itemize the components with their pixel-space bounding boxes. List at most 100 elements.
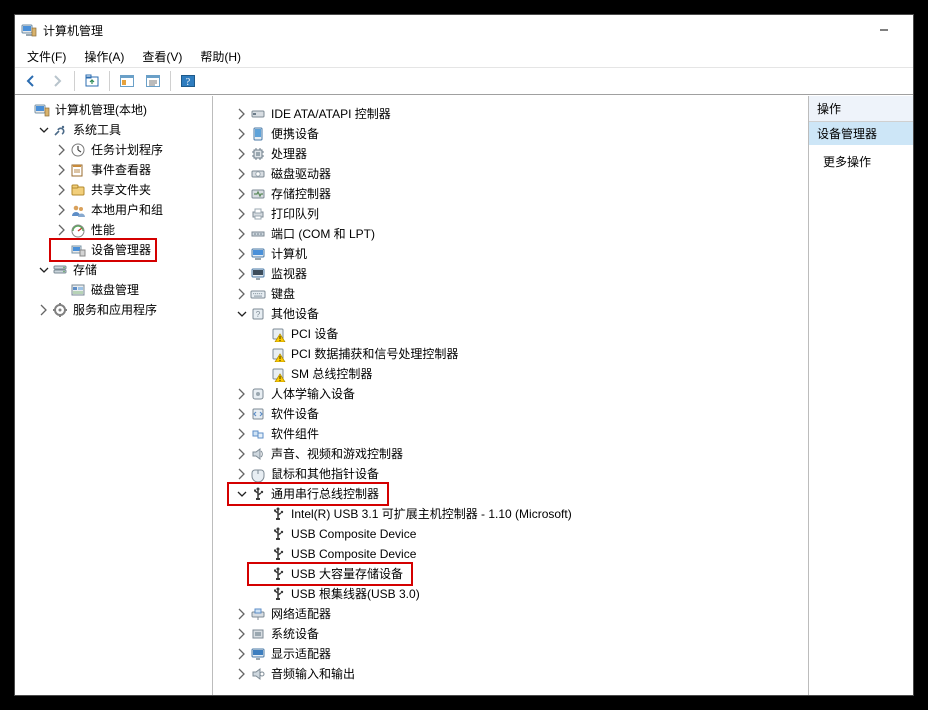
- back-button[interactable]: [19, 70, 43, 92]
- console-item[interactable]: 设备管理器: [17, 240, 212, 260]
- console-item[interactable]: 计算机管理(本地): [17, 100, 212, 120]
- tree-item-label: 人体学输入设备: [269, 384, 357, 404]
- up-level-button[interactable]: [80, 70, 104, 92]
- device-item[interactable]: 处理器: [215, 144, 808, 164]
- device-item[interactable]: 音频输入和输出: [215, 664, 808, 684]
- usb-icon: [270, 546, 286, 562]
- console-item[interactable]: 性能: [17, 220, 212, 240]
- help-button[interactable]: ?: [176, 70, 200, 92]
- tree-item-label: 网络适配器: [269, 604, 333, 624]
- actions-header: 操作: [809, 96, 913, 122]
- tree-item-label: 便携设备: [269, 124, 321, 144]
- menu-view[interactable]: 查看(V): [138, 46, 186, 67]
- device-item[interactable]: 打印队列: [215, 204, 808, 224]
- tree-item-label: 通用串行总线控制器: [269, 484, 381, 504]
- actions-context: 设备管理器: [809, 122, 913, 145]
- window-title: 计算机管理: [43, 22, 103, 39]
- actions-pane: 操作 设备管理器 更多操作: [809, 96, 913, 695]
- sched-icon: [70, 142, 86, 158]
- computer-icon: [250, 246, 266, 262]
- middle-pane: IDE ATA/ATAPI 控制器便携设备处理器磁盘驱动器存储控制器打印队列端口…: [213, 96, 809, 695]
- device-item[interactable]: USB Composite Device: [215, 524, 808, 544]
- device-item[interactable]: USB Composite Device: [215, 544, 808, 564]
- warn-icon: [270, 366, 286, 382]
- show-hide-tree-button[interactable]: [115, 70, 139, 92]
- console-item[interactable]: 磁盘管理: [17, 280, 212, 300]
- device-item[interactable]: 声音、视频和游戏控制器: [215, 444, 808, 464]
- menubar: 文件(F) 操作(A) 查看(V) 帮助(H): [15, 45, 913, 67]
- optical-icon: [250, 166, 266, 182]
- content-area: 计算机管理(本地)系统工具任务计划程序事件查看器共享文件夹本地用户和组性能设备管…: [15, 95, 913, 695]
- device-item[interactable]: 人体学输入设备: [215, 384, 808, 404]
- console-item[interactable]: 存储: [17, 260, 212, 280]
- tree-item-label: PCI 数据捕获和信号处理控制器: [289, 344, 460, 364]
- console-item[interactable]: 任务计划程序: [17, 140, 212, 160]
- device-item[interactable]: Intel(R) USB 3.1 可扩展主机控制器 - 1.10 (Micros…: [215, 504, 808, 524]
- console-item[interactable]: 事件查看器: [17, 160, 212, 180]
- console-tree[interactable]: 计算机管理(本地)系统工具任务计划程序事件查看器共享文件夹本地用户和组性能设备管…: [15, 96, 212, 324]
- console-item[interactable]: 本地用户和组: [17, 200, 212, 220]
- tree-item-label: 磁盘管理: [89, 280, 141, 300]
- devmgr-icon: [70, 242, 86, 258]
- services-icon: [52, 302, 68, 318]
- device-tree[interactable]: IDE ATA/ATAPI 控制器便携设备处理器磁盘驱动器存储控制器打印队列端口…: [213, 100, 808, 688]
- device-item[interactable]: PCI 设备: [215, 324, 808, 344]
- device-item[interactable]: 软件设备: [215, 404, 808, 424]
- device-item[interactable]: 键盘: [215, 284, 808, 304]
- device-item[interactable]: 显示适配器: [215, 644, 808, 664]
- actions-more[interactable]: 更多操作: [809, 145, 913, 178]
- device-item[interactable]: 系统设备: [215, 624, 808, 644]
- device-item[interactable]: 便携设备: [215, 124, 808, 144]
- device-item[interactable]: 存储控制器: [215, 184, 808, 204]
- forward-button[interactable]: [45, 70, 69, 92]
- usb-icon: [270, 506, 286, 522]
- device-item[interactable]: 端口 (COM 和 LPT): [215, 224, 808, 244]
- tree-item-label: IDE ATA/ATAPI 控制器: [269, 104, 393, 124]
- storage-icon: [52, 262, 68, 278]
- device-item[interactable]: 网络适配器: [215, 604, 808, 624]
- usb-icon: [270, 566, 286, 582]
- eventvwr-icon: [70, 162, 86, 178]
- console-item[interactable]: 共享文件夹: [17, 180, 212, 200]
- perf-icon: [70, 222, 86, 238]
- menu-action[interactable]: 操作(A): [80, 46, 128, 67]
- tree-item-label: 显示适配器: [269, 644, 333, 664]
- tree-item-label: 系统设备: [269, 624, 321, 644]
- device-item[interactable]: PCI 数据捕获和信号处理控制器: [215, 344, 808, 364]
- device-item[interactable]: 软件组件: [215, 424, 808, 444]
- tree-item-label: 监视器: [269, 264, 309, 284]
- ide-icon: [250, 106, 266, 122]
- users-icon: [70, 202, 86, 218]
- svg-text:?: ?: [186, 77, 191, 88]
- device-item[interactable]: 鼠标和其他指针设备: [215, 464, 808, 484]
- device-item[interactable]: USB 大容量存储设备: [215, 564, 808, 584]
- device-item[interactable]: SM 总线控制器: [215, 364, 808, 384]
- device-item[interactable]: IDE ATA/ATAPI 控制器: [215, 104, 808, 124]
- tree-item-label: 计算机: [269, 244, 309, 264]
- device-item[interactable]: 计算机: [215, 244, 808, 264]
- properties-button[interactable]: [141, 70, 165, 92]
- tree-item-label: 端口 (COM 和 LPT): [269, 224, 377, 244]
- tree-item-label: USB 根集线器(USB 3.0): [289, 584, 422, 604]
- mmc-icon: [34, 102, 50, 118]
- device-item[interactable]: 通用串行总线控制器: [215, 484, 808, 504]
- printer-icon: [250, 206, 266, 222]
- usb-icon: [270, 586, 286, 602]
- usb-icon: [250, 486, 266, 502]
- device-item[interactable]: 其他设备: [215, 304, 808, 324]
- menu-file[interactable]: 文件(F): [23, 46, 70, 67]
- console-item[interactable]: 服务和应用程序: [17, 300, 212, 320]
- console-item[interactable]: 系统工具: [17, 120, 212, 140]
- monitor-icon: [250, 266, 266, 282]
- device-item[interactable]: USB 根集线器(USB 3.0): [215, 584, 808, 604]
- keyboard-icon: [250, 286, 266, 302]
- menu-help[interactable]: 帮助(H): [196, 46, 245, 67]
- computer-management-window: 计算机管理 文件(F) 操作(A) 查看(V) 帮助(H): [14, 14, 914, 696]
- toolbar: ?: [15, 67, 913, 95]
- tree-item-label: 存储: [71, 260, 99, 280]
- minimize-button[interactable]: [861, 15, 907, 45]
- device-item[interactable]: 监视器: [215, 264, 808, 284]
- display-icon: [250, 646, 266, 662]
- device-item[interactable]: 磁盘驱动器: [215, 164, 808, 184]
- tree-item-label: 磁盘驱动器: [269, 164, 333, 184]
